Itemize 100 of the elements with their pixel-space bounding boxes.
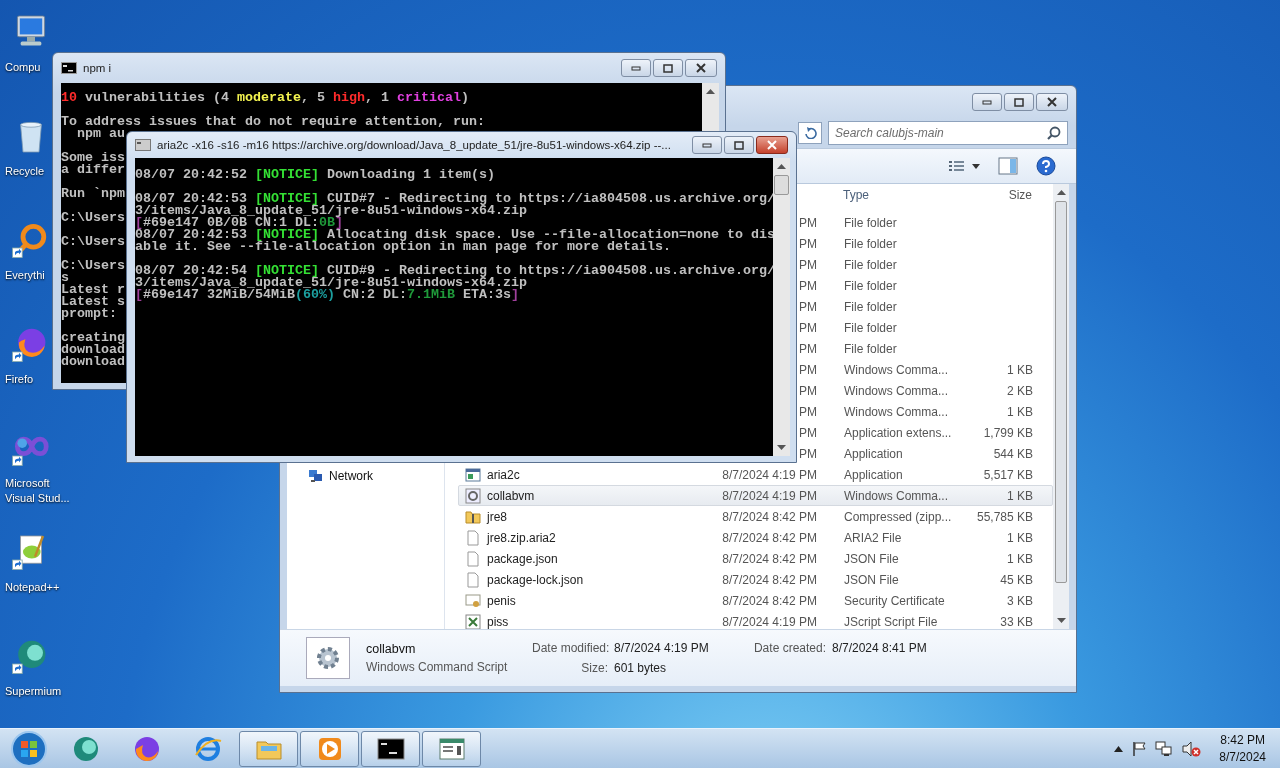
file-size: 1,799 KB <box>983 425 1033 440</box>
file-type: Application <box>844 467 903 482</box>
file-name: collabvm <box>366 642 416 656</box>
file-name: jre8 <box>487 509 507 524</box>
scroll-thumb[interactable] <box>1055 201 1067 583</box>
window-title: aria2c -x16 -s16 -m16 https://archive.org/download/Java_8_update_51/jre-8u51-windows-x64.zip --... <box>157 139 672 151</box>
maximize-icon <box>734 140 744 150</box>
up-arrow-icon[interactable] <box>1056 190 1066 195</box>
console-line: C:\Users <box>61 258 125 273</box>
file-row[interactable]: package.json 8/7/2024 8:42 PM JSON File 1 KB <box>458 548 1053 569</box>
clock[interactable]: 8:42 PM 8/7/2024 <box>1219 731 1266 766</box>
file-type: Application <box>844 446 903 461</box>
file-icon <box>465 592 481 609</box>
icon-label: Supermium <box>5 684 62 699</box>
file-name: piss <box>487 614 509 629</box>
file-date: 8/7/2024 8:42 PM <box>722 509 817 524</box>
minimize-button[interactable] <box>972 93 1002 111</box>
file-size: 1 KB <box>1007 488 1033 503</box>
file-type: ARIA2 File <box>844 530 902 545</box>
file-date: PM <box>799 320 817 335</box>
minimize-icon <box>702 142 712 148</box>
console-line: Run `npm <box>61 186 125 201</box>
file-date: 8/7/2024 4:19 PM <box>722 488 817 503</box>
file-type: JSON File <box>844 572 899 587</box>
file-date: 8/7/2024 8:42 PM <box>722 572 817 587</box>
file-type: Windows Comma... <box>844 404 949 419</box>
maximize-button[interactable] <box>724 136 754 154</box>
muted-speaker-icon[interactable] <box>1181 740 1202 757</box>
file-icon <box>465 508 481 525</box>
file-type: Compressed (zipp... <box>844 509 952 524</box>
file-date: PM <box>799 446 817 461</box>
console-line: Latest r <box>61 282 125 297</box>
file-name: package.json <box>487 551 558 566</box>
scrollbar[interactable] <box>1053 184 1069 629</box>
file-size: 1 KB <box>1007 362 1033 377</box>
file-type: Windows Comma... <box>844 488 949 503</box>
refresh-icon <box>803 127 817 139</box>
down-arrow-icon[interactable] <box>777 445 786 450</box>
file-type: JScript Script File <box>844 614 938 629</box>
help-icon <box>1036 156 1056 176</box>
help-button[interactable] <box>1036 156 1056 176</box>
search-field[interactable]: Search calubjs-main <box>828 121 1068 145</box>
flag-icon[interactable] <box>1131 740 1148 757</box>
console-line: 10 vulnerabilities (4 moderate, 5 high, 1 critical) <box>61 90 469 105</box>
file-type: File folder <box>844 320 897 335</box>
taskbar-app-button[interactable] <box>361 730 420 767</box>
close-button[interactable] <box>1036 93 1068 111</box>
detail-value: 601 bytes <box>614 661 668 675</box>
file-row[interactable]: aria2c 8/7/2024 4:19 PM Application 5,517 KB <box>458 464 1053 485</box>
minimize-button[interactable] <box>621 59 651 77</box>
file-type: File folder <box>844 236 897 251</box>
column-header[interactable]: Size <box>955 188 1032 202</box>
file-size: 2 KB <box>1007 383 1033 398</box>
file-type: File folder <box>844 278 897 293</box>
minimize-icon <box>631 65 641 71</box>
console-line: creating <box>61 330 125 345</box>
fox-icon <box>132 734 161 763</box>
caret-icon[interactable] <box>1114 745 1124 752</box>
file-row[interactable]: jre8.zip.aria2 8/7/2024 8:42 PM ARIA2 File 1 KB <box>458 527 1053 548</box>
file-row[interactable]: collabvm 8/7/2024 4:19 PM Windows Comma... 1 KB <box>458 485 1053 506</box>
file-row[interactable]: piss 8/7/2024 4:19 PM JScript Script File 33 KB <box>458 611 1053 632</box>
file-type: Application extens... <box>844 425 952 440</box>
file-name: collabvm <box>487 488 535 503</box>
up-arrow-icon[interactable] <box>777 164 786 169</box>
console-icon <box>135 139 151 151</box>
scrollbar[interactable] <box>773 158 790 456</box>
minimize-button[interactable] <box>692 136 722 154</box>
file-date: 8/7/2024 8:42 PM <box>722 530 817 545</box>
refresh-button[interactable] <box>798 122 822 144</box>
icon-label: Notepad++ <box>5 580 60 595</box>
maximize-button[interactable] <box>653 59 683 77</box>
up-arrow-icon[interactable] <box>706 89 715 94</box>
file-type: Security Certificate <box>844 593 945 608</box>
file-row[interactable]: package-lock.json 8/7/2024 8:42 PM JSON File 45 KB <box>458 569 1053 590</box>
nav-item[interactable]: Network <box>287 466 444 486</box>
file-row[interactable]: jre8 8/7/2024 8:42 PM Compressed (zipp... 55,785 KB <box>458 506 1053 527</box>
file-row[interactable]: penis 8/7/2024 8:42 PM Security Certificate 3 KB <box>458 590 1053 611</box>
scroll-thumb[interactable] <box>774 175 789 195</box>
close-button[interactable] <box>756 136 788 154</box>
detail-value: 8/7/2024 8:41 PM <box>832 641 928 655</box>
console-line: prompt: <box>61 306 117 321</box>
console-line: To address issues that do not require attention, run: <box>61 114 485 129</box>
view-options-button[interactable] <box>948 159 980 173</box>
close-icon <box>766 140 778 150</box>
console-line: Some iss <box>61 150 125 165</box>
detail-label: Date modified: <box>532 641 608 655</box>
network-icon[interactable] <box>1155 740 1174 757</box>
file-date: 8/7/2024 4:19 PM <box>722 467 817 482</box>
file-name: aria2c <box>487 467 520 482</box>
maximize-button[interactable] <box>1004 93 1034 111</box>
file-date: PM <box>799 299 817 314</box>
down-arrow-icon[interactable] <box>1056 618 1066 623</box>
column-header[interactable]: Type <box>816 188 955 202</box>
close-button[interactable] <box>685 59 717 77</box>
file-type: File folder <box>844 215 897 230</box>
file-date: 8/7/2024 8:42 PM <box>722 593 817 608</box>
icon-label: Compu <box>5 60 41 75</box>
console-line: Latest s <box>61 294 125 309</box>
file-icon <box>465 550 481 567</box>
file-date: PM <box>799 257 817 272</box>
